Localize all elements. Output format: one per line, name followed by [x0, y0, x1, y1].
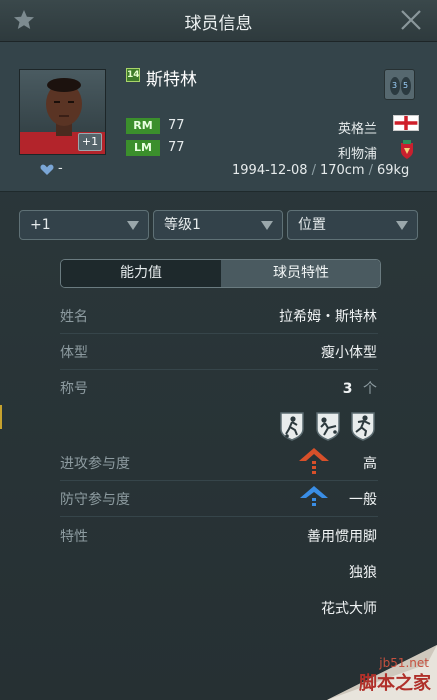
body-type-value: 瘦小体型: [321, 345, 377, 361]
player-info-panel: 球员信息 +1 14 斯特林 RM 77 LM 77 - 3 5 英格兰 利物浦…: [0, 0, 437, 700]
player-name: 斯特林: [146, 70, 197, 90]
title-count-value: 3: [342, 381, 353, 397]
season-badge: 14: [126, 68, 140, 82]
row-divider: [60, 333, 378, 334]
tab-traits[interactable]: 球员特性: [221, 260, 380, 287]
club-label: 利物浦: [337, 147, 377, 162]
attack-label: 进攻参与度: [60, 456, 130, 472]
heart-icon[interactable]: [40, 164, 54, 176]
position-dropdown[interactable]: 位置: [287, 210, 418, 240]
level-dropdown-value: 等级1: [164, 217, 201, 233]
chevron-down-icon: [396, 221, 408, 230]
left-foot-value: 3: [392, 81, 398, 90]
chevron-down-icon: [127, 221, 139, 230]
england-flag-icon: [393, 115, 419, 131]
player-photo: +1: [19, 69, 106, 155]
header-bar: 球员信息: [0, 0, 437, 42]
bio-separator: /: [311, 163, 316, 178]
liverpool-crest-icon: [401, 140, 413, 159]
bio-separator: /: [368, 163, 373, 178]
name-label: 姓名: [60, 309, 88, 325]
trait-kick-icon[interactable]: [315, 411, 341, 441]
trait-item: 善用惯用脚: [307, 529, 377, 545]
enhance-dropdown-value: +1: [30, 217, 51, 233]
row-divider: [60, 480, 378, 481]
player-bio: 1994-12-08/170cm/69kg: [232, 163, 409, 178]
body-type-label: 体型: [60, 345, 88, 361]
page-title: 球员信息: [184, 14, 253, 34]
chevron-down-icon: [261, 221, 273, 230]
enhance-dropdown[interactable]: +1: [19, 210, 149, 240]
height: 170cm: [319, 163, 365, 178]
defense-arrow-icon: [300, 486, 328, 506]
birthdate: 1994-12-08: [232, 163, 308, 178]
player-card: +1 14 斯特林 RM 77 LM 77 - 3 5 英格兰 利物浦 1994…: [0, 42, 437, 192]
title-count-unit: 个: [363, 381, 377, 397]
position-rating: 77: [168, 140, 185, 155]
position-tag: LM: [126, 140, 160, 156]
favorite-count: -: [58, 161, 63, 176]
watermark-url: jb51.net: [379, 656, 429, 670]
position-tag: RM: [126, 118, 160, 134]
attack-arrow-icon: [299, 448, 329, 474]
foot-icon: 3 5: [384, 69, 415, 100]
nation-label: 英格兰: [337, 122, 377, 137]
right-foot-value: 5: [403, 81, 409, 90]
name-value: 拉希姆・斯特林: [279, 309, 377, 325]
row-divider: [60, 516, 378, 517]
level-dropdown[interactable]: 等级1: [153, 210, 283, 240]
defense-label: 防守参与度: [60, 492, 130, 508]
trait-run-icon[interactable]: [350, 411, 376, 441]
attack-value: 高: [363, 456, 377, 472]
position-row: LM 77: [126, 140, 185, 156]
trait-item: 独狼: [349, 565, 377, 581]
weight: 69kg: [376, 163, 410, 178]
watermark-name: 脚本之家: [359, 673, 431, 694]
watermark: jb51.net 脚本之家: [277, 630, 437, 700]
position-dropdown-value: 位置: [298, 217, 326, 233]
tab-bar: 能力值 球员特性: [60, 259, 381, 288]
traits-label: 特性: [60, 529, 88, 545]
close-icon[interactable]: [399, 8, 423, 32]
row-divider: [60, 369, 378, 370]
title-label: 称号: [60, 381, 88, 397]
position-row: RM 77: [126, 118, 185, 134]
trait-dribble-icon[interactable]: [279, 411, 305, 441]
left-edge-accent: [0, 405, 2, 429]
enhance-badge: +1: [78, 133, 102, 151]
title-count: 3 个: [343, 378, 377, 398]
trait-item: 花式大师: [321, 601, 377, 617]
tab-ability[interactable]: 能力值: [61, 260, 221, 287]
defense-value: 一般: [349, 492, 377, 508]
footprint-icon: [390, 77, 411, 95]
position-rating: 77: [168, 118, 185, 133]
